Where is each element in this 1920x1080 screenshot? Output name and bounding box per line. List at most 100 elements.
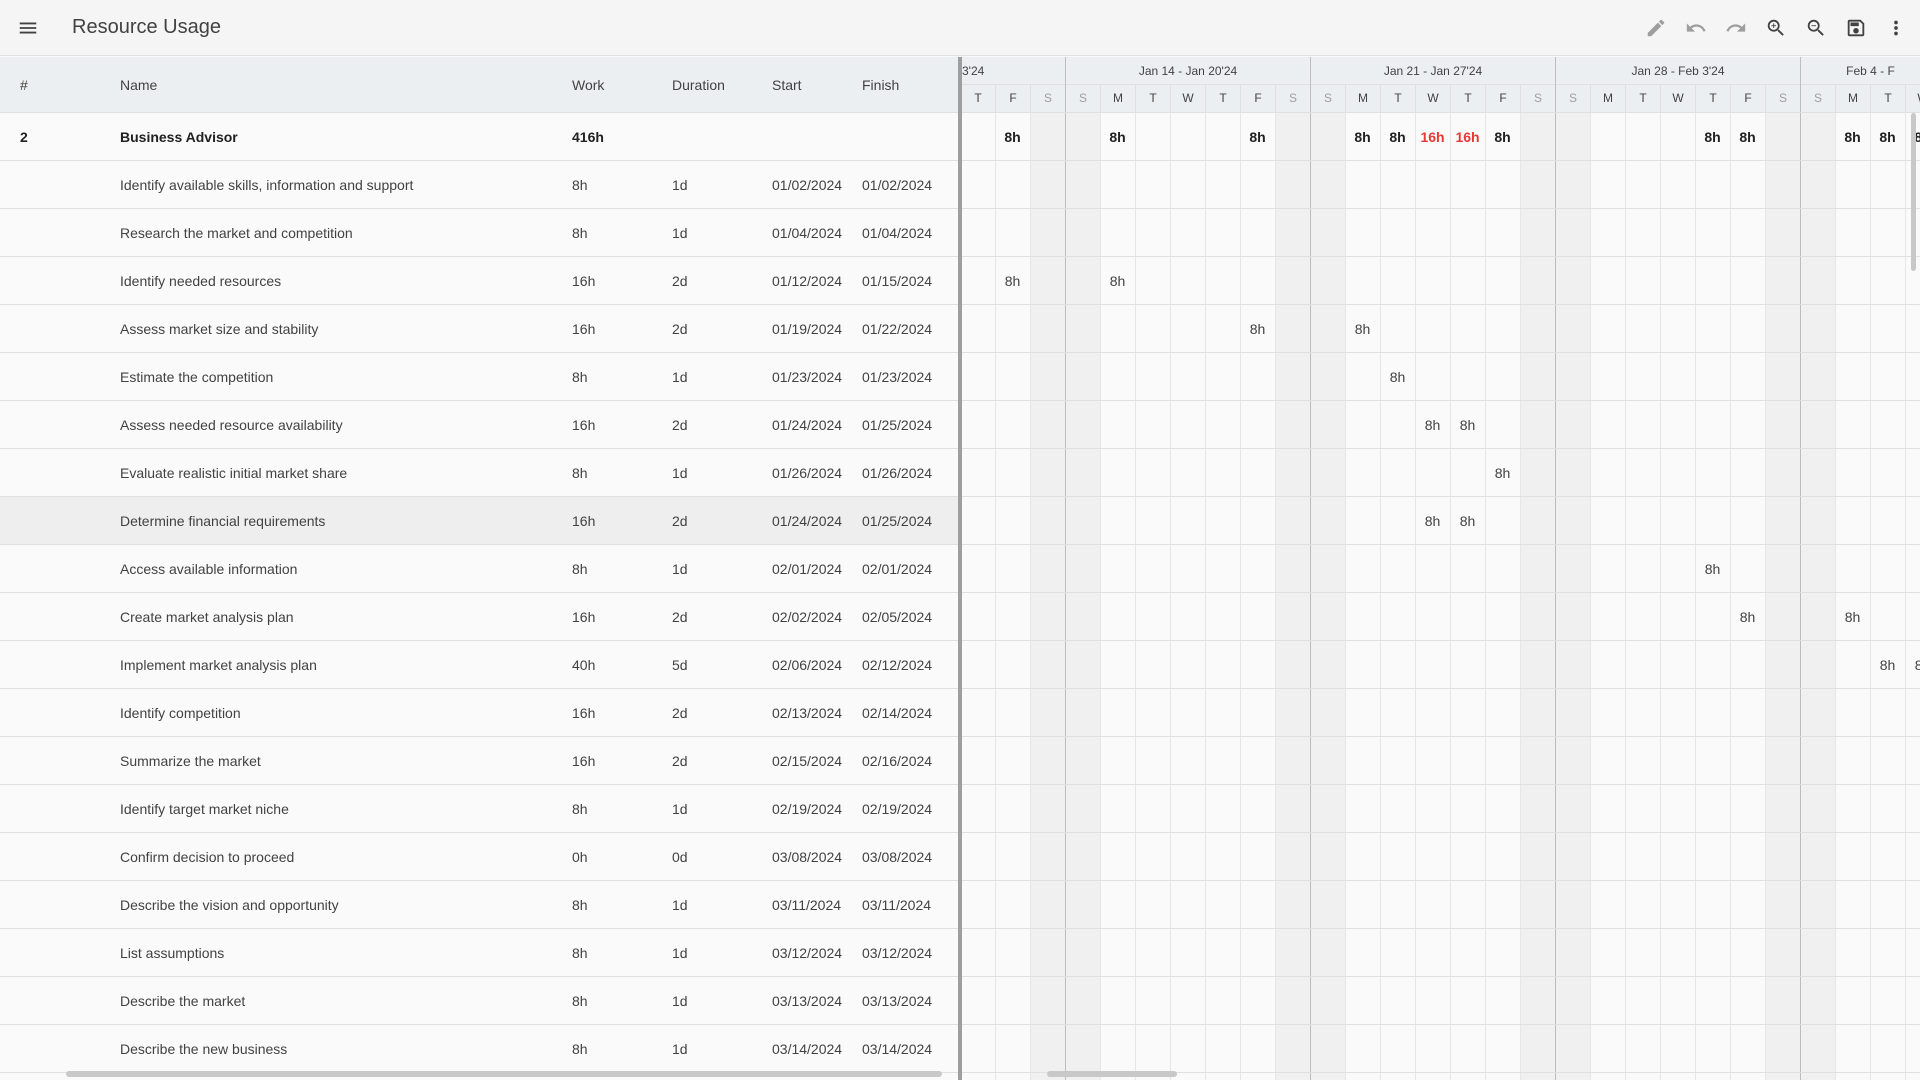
task-duration: 1d xyxy=(672,993,688,1009)
task-row[interactable]: Research the market and competition 8h 1d 0… xyxy=(0,209,958,257)
task-row[interactable]: Describe the market 8h 1d 03/13/2024 03/13/2… xyxy=(0,977,958,1025)
usage-row xyxy=(962,737,1920,785)
task-row[interactable]: Assess needed resource availability 16h 2d… xyxy=(0,401,958,449)
menu-button[interactable] xyxy=(0,0,56,56)
column-header-number[interactable]: # xyxy=(20,77,28,93)
edit-icon xyxy=(1647,19,1665,37)
task-name: Estimate the competition xyxy=(120,369,274,385)
task-name: Assess market size and stability xyxy=(120,321,319,337)
task-finish: 03/13/2024 xyxy=(862,993,933,1009)
task-row[interactable]: Describe the new business 8h 1d 03/14/2024 0… xyxy=(0,1025,958,1073)
task-work: 0h xyxy=(572,849,588,865)
task-row[interactable]: Access available information 8h 1d 02/01/20… xyxy=(0,545,958,593)
usage-row: 8h8h8h8h8h16h16h8h8h8h8h8h8h xyxy=(962,113,1920,161)
task-finish: 01/02/2024 xyxy=(862,177,933,193)
redo-button[interactable] xyxy=(1716,8,1756,48)
usage-row xyxy=(962,209,1920,257)
hours-cell: 8h xyxy=(1354,129,1371,145)
task-name: Identify available skills, information a… xyxy=(120,177,414,193)
task-start: 02/02/2024 xyxy=(772,609,843,625)
day-header: F xyxy=(1730,85,1765,112)
timeline-horizontal-scrollbar[interactable] xyxy=(1047,1071,1177,1077)
task-rows: 2 Business Advisor 416h Identify available … xyxy=(0,113,958,1073)
hours-cell: 8h xyxy=(1249,129,1266,145)
task-work: 8h xyxy=(572,1041,588,1057)
task-start: 01/04/2024 xyxy=(772,225,843,241)
hours-cell: 8h xyxy=(1249,321,1266,337)
task-start: 01/23/2024 xyxy=(772,369,843,385)
column-header-start[interactable]: Start xyxy=(772,77,802,93)
task-work: 8h xyxy=(572,993,588,1009)
task-row[interactable]: Assess market size and stability 16h 2d 01/… xyxy=(0,305,958,353)
overallocated-hours-cell: 16h xyxy=(1420,129,1445,145)
task-name: Access available information xyxy=(120,561,298,577)
day-header: S xyxy=(1030,85,1065,112)
hours-cell: 8h xyxy=(1844,609,1861,625)
hours-cell: 8h xyxy=(1704,561,1721,577)
task-row[interactable]: Create market analysis plan 16h 2d 02/02/20… xyxy=(0,593,958,641)
usage-row: 8h xyxy=(962,353,1920,401)
task-row[interactable]: Describe the vision and opportunity 8h 1d 0… xyxy=(0,881,958,929)
task-start: 02/19/2024 xyxy=(772,801,843,817)
task-duration: 1d xyxy=(672,561,688,577)
task-name: Evaluate realistic initial market share xyxy=(120,465,348,481)
week-header: Jan 28 - Feb 3'24 xyxy=(1555,57,1800,85)
task-row[interactable]: Implement market analysis plan 40h 5d 02/06… xyxy=(0,641,958,689)
task-finish: 01/25/2024 xyxy=(862,513,933,529)
resource-summary-row[interactable]: 2 Business Advisor 416h xyxy=(0,113,958,161)
task-row[interactable]: Determine financial requirements 16h 2d 01/… xyxy=(0,497,958,545)
task-row[interactable]: Identify target market niche 8h 1d 02/19/20… xyxy=(0,785,958,833)
task-duration: 2d xyxy=(672,273,688,289)
save-button[interactable] xyxy=(1836,8,1876,48)
task-grid-horizontal-scrollbar[interactable] xyxy=(66,1071,942,1077)
day-header: T xyxy=(1135,85,1170,112)
usage-row: 8h 8h xyxy=(962,257,1920,305)
task-row[interactable]: Identify needed resources 16h 2d 01/12/2024… xyxy=(0,257,958,305)
task-row[interactable]: Estimate the competition 8h 1d 01/23/2024 01… xyxy=(0,353,958,401)
task-name: Describe the market xyxy=(120,993,246,1009)
usage-row xyxy=(962,881,1920,929)
task-work: 16h xyxy=(572,273,596,289)
task-start: 01/02/2024 xyxy=(772,177,843,193)
task-row[interactable]: List assumptions 8h 1d 03/12/2024 03/12/2024 xyxy=(0,929,958,977)
column-header-finish[interactable]: Finish xyxy=(862,77,899,93)
column-header-name[interactable]: Name xyxy=(120,77,157,93)
task-name: Determine financial requirements xyxy=(120,513,326,529)
task-name: Identify competition xyxy=(120,705,241,721)
task-start: 01/12/2024 xyxy=(772,273,843,289)
task-row[interactable]: Summarize the market 16h 2d 02/15/2024 02/16… xyxy=(0,737,958,785)
task-work: 8h xyxy=(572,369,588,385)
day-header: S xyxy=(1800,85,1835,112)
hours-cell: 8h xyxy=(1879,657,1896,673)
task-duration: 2d xyxy=(672,705,688,721)
column-header-duration[interactable]: Duration xyxy=(672,77,725,93)
day-header: W xyxy=(1170,85,1205,112)
zoom-in-button[interactable] xyxy=(1756,8,1796,48)
task-start: 01/24/2024 xyxy=(772,417,843,433)
usage-row xyxy=(962,161,1920,209)
hours-cell: 8h xyxy=(1879,129,1896,145)
task-row[interactable]: Identify available skills, information a… xyxy=(0,161,958,209)
timeline-vertical-scrollbar[interactable] xyxy=(1911,113,1916,271)
edit-button[interactable] xyxy=(1636,8,1676,48)
task-duration: 2d xyxy=(672,609,688,625)
day-header: T xyxy=(1870,85,1905,112)
task-finish: 01/26/2024 xyxy=(862,465,933,481)
task-row[interactable]: Identify competition 16h 2d 02/13/2024 02/14… xyxy=(0,689,958,737)
zoom-out-button[interactable] xyxy=(1796,8,1836,48)
task-row[interactable]: Evaluate realistic initial market share 8… xyxy=(0,449,958,497)
task-finish: 03/08/2024 xyxy=(862,849,933,865)
task-finish: 01/23/2024 xyxy=(862,369,933,385)
hours-cell: 8h xyxy=(1109,129,1126,145)
task-work: 16h xyxy=(572,321,596,337)
column-header-work[interactable]: Work xyxy=(572,77,604,93)
redo-icon xyxy=(1726,23,1746,32)
hours-cell: 8h xyxy=(1739,129,1756,145)
day-header-row: TFSSMTWTFSSMTWTFSSMTWTFSSMTW xyxy=(962,85,1920,112)
task-duration: 1d xyxy=(672,1041,688,1057)
more-options-button[interactable] xyxy=(1876,8,1916,48)
undo-button[interactable] xyxy=(1676,8,1716,48)
hours-cell: 8h xyxy=(1389,369,1406,385)
task-row[interactable]: Confirm decision to proceed 0h 0d 03/08/202… xyxy=(0,833,958,881)
task-duration: 2d xyxy=(672,513,688,529)
